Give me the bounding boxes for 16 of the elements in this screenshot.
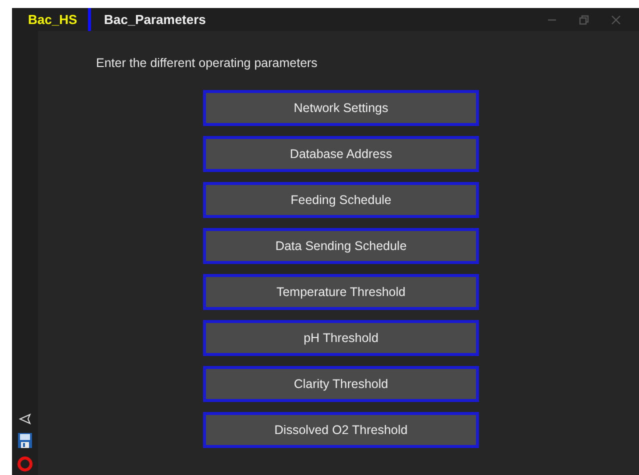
parameter-button[interactable]: Dissolved O2 Threshold (203, 412, 479, 448)
restore-icon[interactable] (579, 14, 589, 24)
parameter-button[interactable]: Feeding Schedule (203, 182, 479, 218)
app-name: Bac_HS (28, 12, 78, 27)
parameter-button[interactable]: Network Settings (203, 90, 479, 126)
tab[interactable]: Bac_Parameters (88, 8, 206, 31)
parameter-button[interactable]: Database Address (203, 136, 479, 172)
record-icon[interactable] (17, 456, 33, 472)
close-icon[interactable] (611, 14, 621, 24)
parameter-button[interactable]: pH Threshold (203, 320, 479, 356)
save-icon[interactable] (18, 433, 32, 448)
parameter-button[interactable]: Data Sending Schedule (203, 228, 479, 264)
parameter-button[interactable]: Clarity Threshold (203, 366, 479, 402)
parameter-button[interactable]: Temperature Threshold (203, 274, 479, 310)
instruction-text: Enter the different operating parameters (96, 56, 318, 70)
triangle-icon[interactable] (19, 413, 31, 425)
